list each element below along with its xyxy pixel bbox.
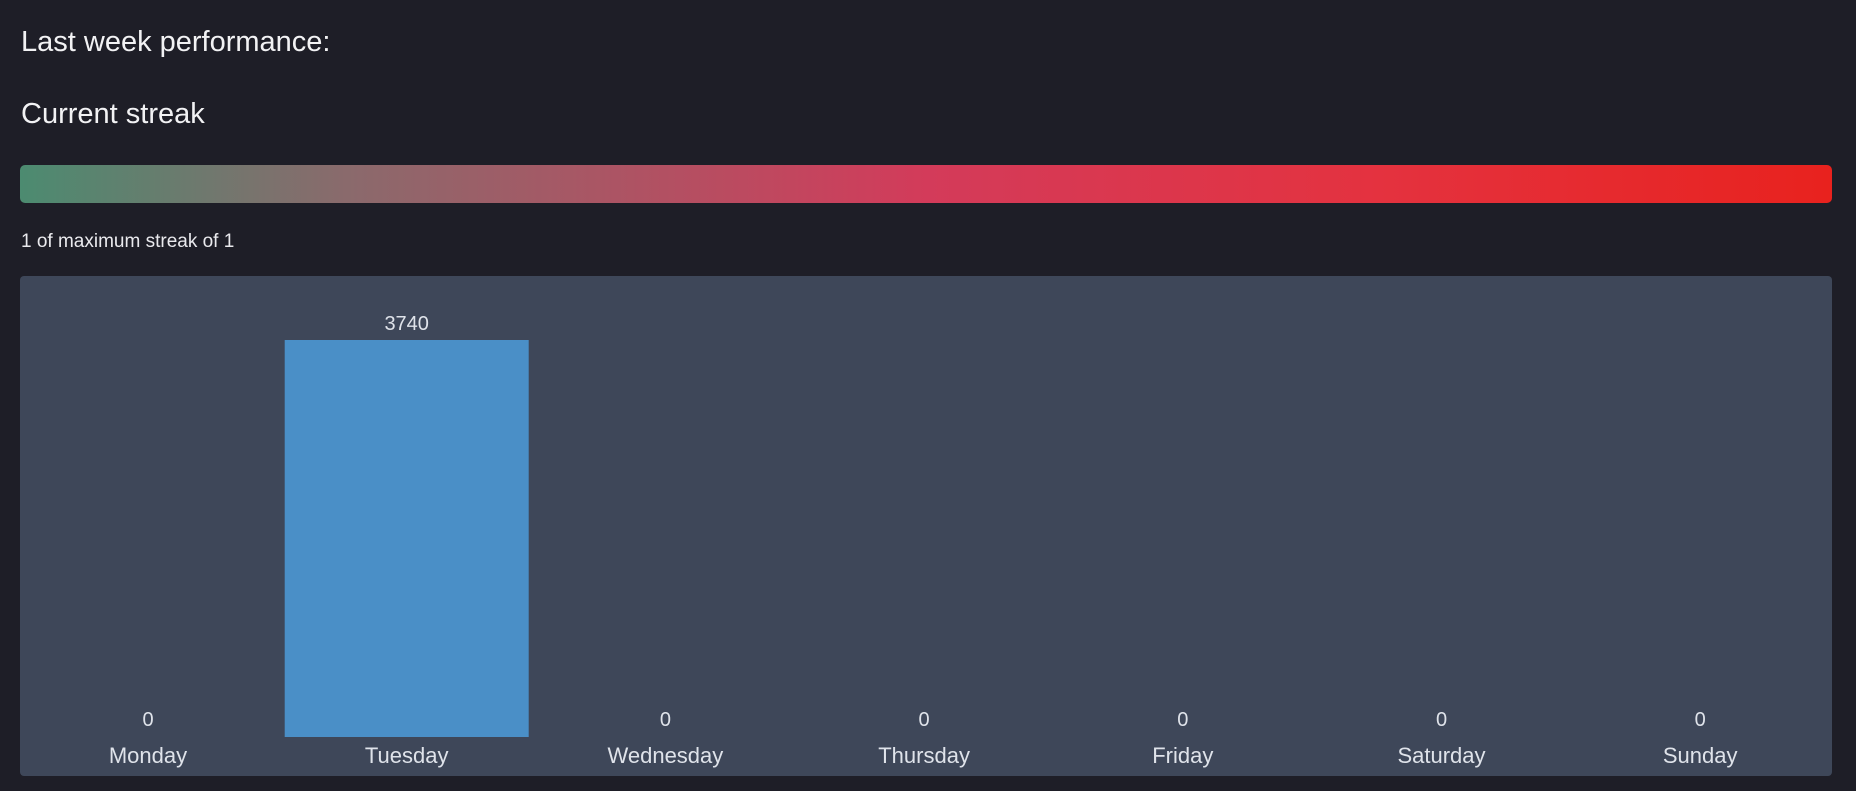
value-label-thursday: 0 [919, 709, 930, 731]
streak-progress-bar [20, 165, 1832, 203]
streak-title: Current streak [21, 98, 205, 130]
performance-page: Last week performance: Current streak 1 … [0, 0, 1856, 791]
value-label-friday: 0 [1177, 709, 1188, 731]
page-title: Last week performance: [21, 26, 331, 58]
value-label-saturday: 0 [1436, 709, 1447, 731]
value-label-sunday: 0 [1695, 709, 1706, 731]
bar-chart-svg: 0 Monday 3740 Tuesday 0 Wednesday 0 Thursday 0 Fr… [109, 313, 1738, 768]
streak-text: 1 of maximum streak of 1 [21, 231, 235, 252]
value-label-wednesday: 0 [660, 709, 671, 731]
category-label-saturday: Saturday [1397, 743, 1485, 768]
value-label-monday: 0 [142, 709, 153, 731]
weekly-bar-chart: 0 Monday 3740 Tuesday 0 Wednesday 0 Thursday 0 Fr… [20, 276, 1832, 776]
category-label-friday: Friday [1152, 743, 1213, 768]
category-label-tuesday: Tuesday [365, 743, 449, 768]
category-label-wednesday: Wednesday [608, 743, 724, 768]
category-label-thursday: Thursday [878, 743, 970, 768]
category-label-monday: Monday [109, 743, 187, 768]
value-label-tuesday: 3740 [384, 313, 429, 335]
category-label-sunday: Sunday [1663, 743, 1738, 768]
bar-tuesday [284, 340, 529, 737]
